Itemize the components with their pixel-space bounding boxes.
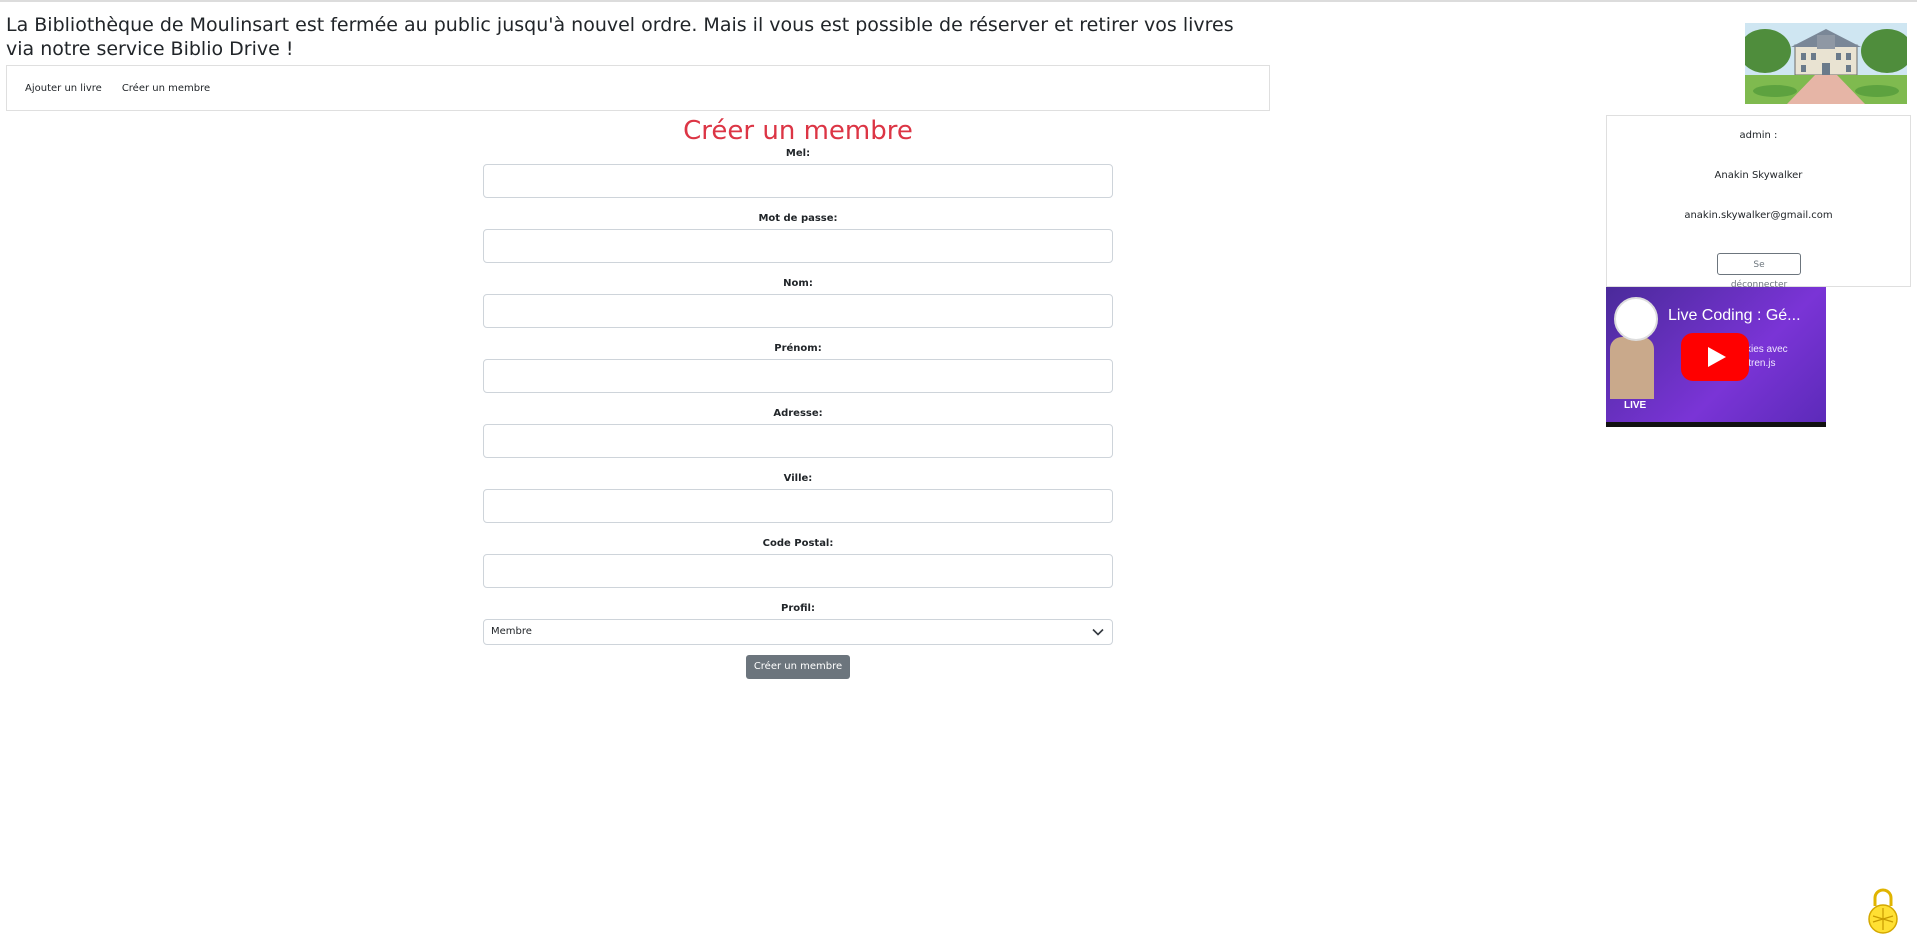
- field-firstname: Prénom:: [483, 343, 1113, 393]
- video-title[interactable]: Live Coding : Gé...: [1668, 307, 1801, 325]
- logout-button[interactable]: Se déconnecter: [1717, 253, 1801, 290]
- user-name: Anakin Skywalker: [1714, 170, 1803, 181]
- video-bottom-bar: [1606, 422, 1826, 427]
- user-email: anakin.skywalker@gmail.com: [1684, 210, 1833, 221]
- nav-link-add-book[interactable]: Ajouter un livre: [25, 83, 102, 94]
- chevron-down-icon: [1092, 628, 1104, 636]
- email-input[interactable]: [483, 164, 1113, 198]
- video-subtitle: kies avec itren.js: [1746, 343, 1788, 371]
- create-member-form: Créer un membre Mel: Mot de passe: Nom: …: [483, 114, 1113, 679]
- postal-code-label: Code Postal:: [762, 538, 834, 549]
- field-address: Adresse:: [483, 408, 1113, 458]
- firstname-input[interactable]: [483, 359, 1113, 393]
- field-email: Mel:: [483, 148, 1113, 198]
- channel-avatar[interactable]: [1614, 297, 1658, 341]
- field-profile: Profil: Membre: [483, 603, 1113, 645]
- city-input[interactable]: [483, 489, 1113, 523]
- lock-icon[interactable]: [1866, 886, 1900, 936]
- field-lastname: Nom:: [483, 278, 1113, 328]
- library-castle-image: [1745, 23, 1907, 104]
- form-title: Créer un membre: [683, 116, 913, 146]
- video-subtitle-line-1: kies avec: [1746, 344, 1788, 355]
- field-password: Mot de passe:: [483, 213, 1113, 263]
- lastname-label: Nom:: [783, 278, 813, 289]
- postal-code-input[interactable]: [483, 554, 1113, 588]
- user-info-card: admin : Anakin Skywalker anakin.skywalke…: [1606, 115, 1911, 290]
- youtube-video-embed[interactable]: Live Coding : Gé... kies avec itren.js L…: [1606, 287, 1826, 427]
- field-city: Ville:: [483, 473, 1113, 523]
- video-subtitle-line-2: itren.js: [1746, 358, 1776, 369]
- password-input[interactable]: [483, 229, 1113, 263]
- castle-illustration: [1745, 23, 1907, 104]
- closure-banner: La Bibliothèque de Moulinsart est fermée…: [6, 14, 1234, 60]
- password-label: Mot de passe:: [758, 213, 838, 224]
- video-thumbnail-person: [1610, 337, 1654, 399]
- city-label: Ville:: [783, 473, 813, 484]
- address-input[interactable]: [483, 424, 1113, 458]
- nav-link-create-member[interactable]: Créer un membre: [122, 83, 210, 94]
- top-border: [0, 0, 1917, 2]
- play-icon[interactable]: [1681, 333, 1749, 381]
- address-label: Adresse:: [773, 408, 823, 419]
- profile-label: Profil:: [781, 603, 815, 614]
- profile-selected-value: Membre: [491, 626, 532, 637]
- field-postal-code: Code Postal:: [483, 538, 1113, 588]
- navbar: Ajouter un livre Créer un membre: [6, 65, 1270, 111]
- profile-select[interactable]: Membre: [483, 619, 1113, 645]
- email-label: Mel:: [785, 148, 811, 159]
- firstname-label: Prénom:: [774, 343, 822, 354]
- user-role: admin :: [1739, 130, 1778, 141]
- create-member-button[interactable]: Créer un membre: [745, 655, 851, 679]
- lastname-input[interactable]: [483, 294, 1113, 328]
- live-badge: LIVE: [1624, 400, 1647, 411]
